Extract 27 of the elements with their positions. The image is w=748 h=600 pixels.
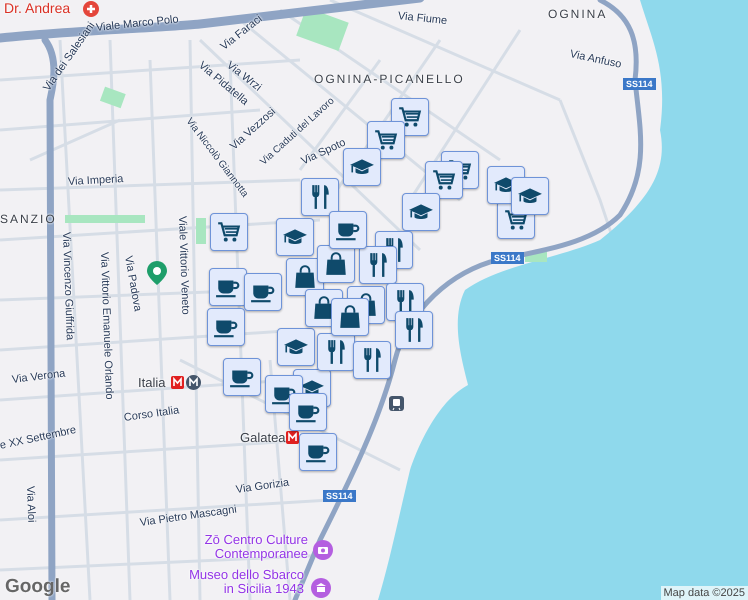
street-label: Via Anfuso	[568, 48, 622, 71]
attribution-text: Map data ©2025	[660, 586, 748, 600]
station-label: Italia	[138, 375, 166, 390]
street-label: Via Aloi	[24, 486, 38, 523]
district-label: OGNINA	[548, 7, 608, 21]
street-label: Via Pietro Mascagni	[139, 503, 238, 529]
street-label: Via Verona	[11, 368, 66, 386]
place-label: Dr. Andrea	[4, 0, 70, 16]
place-label: Zō Centro Culture Contemporanee	[204, 533, 308, 561]
station-label: Galatea	[240, 430, 286, 445]
district-label: SANZIO	[0, 212, 57, 226]
street-label: Via Spoto	[299, 136, 348, 168]
place-label: Museo dello Sbarco in Sicilia 1943	[188, 568, 304, 596]
street-label: Via Gorizia	[235, 476, 290, 496]
street-label: Viale Marco Polo	[95, 13, 180, 34]
road-shield: SS114	[623, 78, 656, 90]
street-label: Via Imperia	[68, 173, 124, 188]
street-label: Via Fiume	[397, 10, 448, 28]
street-label: Via Vincenzo Giuffrida	[60, 232, 76, 340]
street-label: Corso Italia	[123, 404, 180, 424]
road-shield: SS114	[323, 490, 356, 502]
road-shield: SS114	[491, 252, 524, 264]
district-label: OGNINA-PICANELLO	[314, 72, 465, 86]
street-label: Via Vittorio Emanuele Orlando	[98, 252, 116, 400]
street-label: Viale Vittorio Veneto	[176, 216, 192, 315]
street-label: e XX Settembre	[0, 424, 78, 452]
street-label: Via Padova	[122, 254, 144, 312]
